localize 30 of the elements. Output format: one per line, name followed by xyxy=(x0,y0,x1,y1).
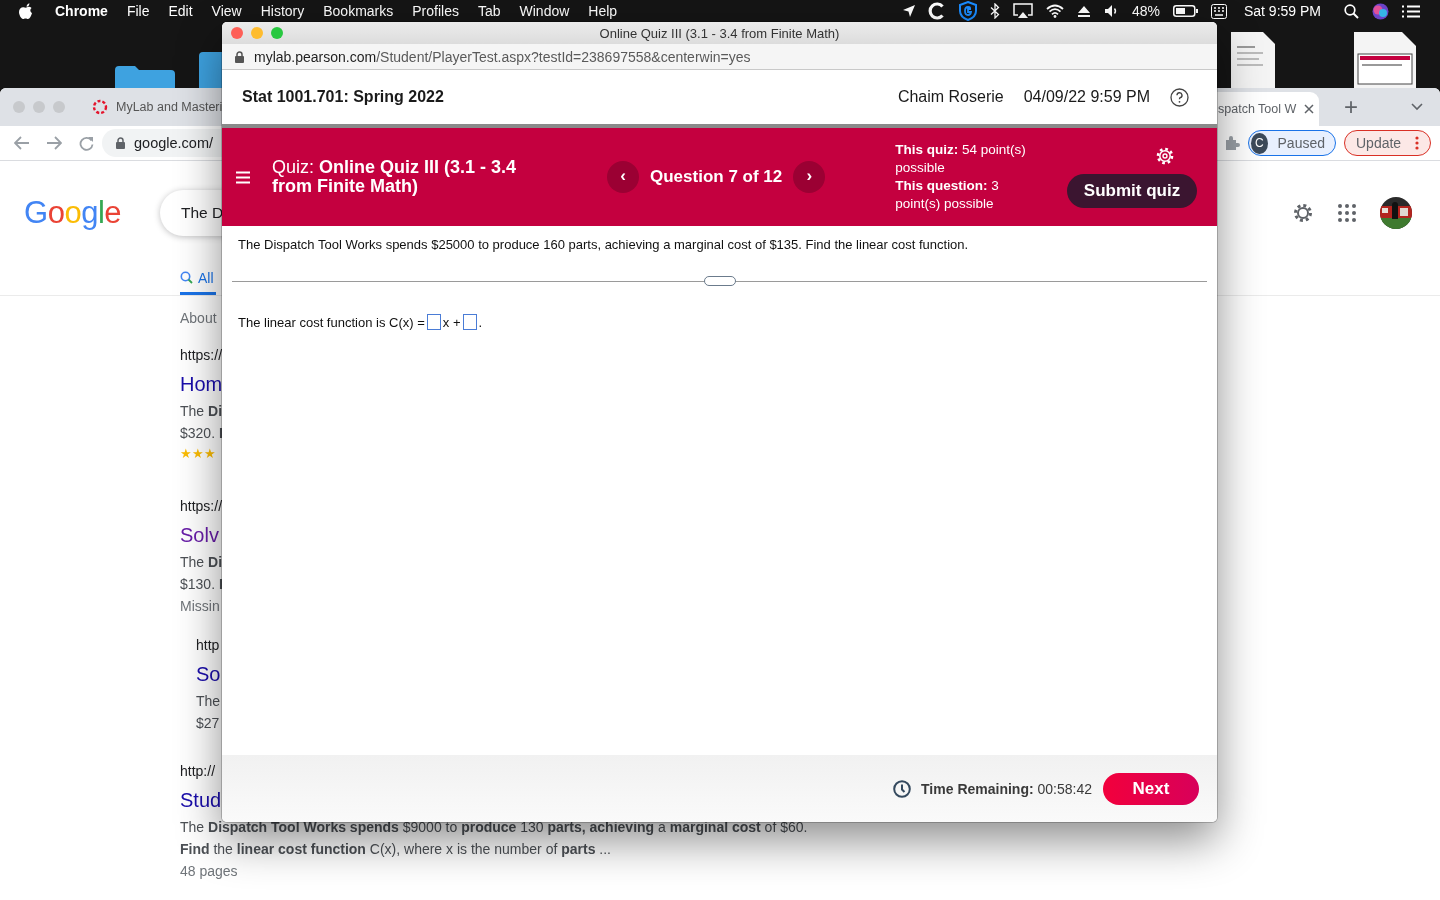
rating-stars: ★★★ xyxy=(180,445,216,463)
date-time: 04/09/22 9:59 PM xyxy=(1023,88,1150,106)
result-snippet: $130. I xyxy=(180,575,223,594)
result-url: http xyxy=(196,636,220,654)
result-snippet: $27 xyxy=(196,714,220,733)
result-snippet: The Di xyxy=(180,402,222,421)
result-snippet: $320. I xyxy=(180,424,223,443)
question-text: The Dispatch Tool Works spends $25000 to produce 160 parts, achieving a marginal cost of $135. Find the linear cost function. xyxy=(238,237,970,252)
battery-percentage: 48% xyxy=(1131,3,1160,19)
result-url: https:// xyxy=(180,497,223,515)
answer-label: The linear cost function is C(x) = xyxy=(238,314,425,330)
result-snippet: The xyxy=(196,692,221,711)
result-snippet: Find the linear cost function C(x), where x is the number of parts ... xyxy=(180,840,611,859)
question-counter: Question 7 of 12 xyxy=(650,167,783,187)
result-url: http:// xyxy=(180,762,216,780)
answer-label: x + xyxy=(442,314,461,330)
quiz-title: Quiz: Online Quiz III (3.1 - 3.4 from Finite Math) xyxy=(272,158,518,196)
answer-label: . xyxy=(478,314,483,330)
window-title: Online Quiz III (3.1 - 3.4 from Finite Math) xyxy=(599,25,840,41)
result-note: 48 pages xyxy=(180,862,238,881)
course-title: Stat 1001.701: Spring 2022 xyxy=(242,88,444,106)
result-url: https:// xyxy=(180,346,223,364)
points-info: This question: 3 point(s) possible xyxy=(895,177,1000,213)
result-snippet: The Di xyxy=(180,553,222,572)
user-name: Chaim Roserie xyxy=(897,88,1004,106)
points-info: This quiz: 54 point(s) possible xyxy=(895,141,1027,177)
time-remaining: Time Remaining: 00:58:42 xyxy=(921,780,1092,797)
result-note: Missin xyxy=(180,597,220,616)
result-stats: About xyxy=(180,309,217,327)
page-url: mylab.pearson.com/Student/PlayerTest.aspx?testId=238697558&centerwin=yes xyxy=(254,48,751,65)
